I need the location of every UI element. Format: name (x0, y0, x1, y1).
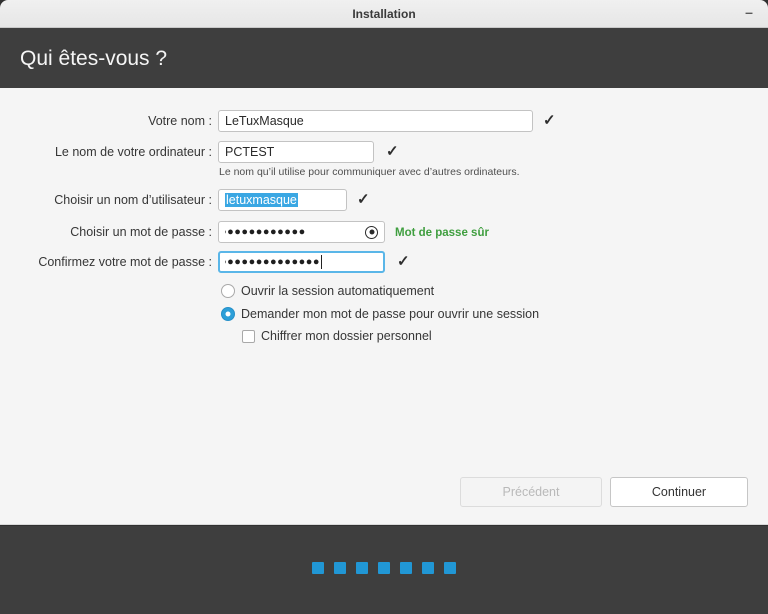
password-input[interactable]: ●●●●●●●●●●●● (218, 221, 385, 243)
progress-square (400, 562, 412, 574)
progress-square (444, 562, 456, 574)
show-password-eye-icon[interactable] (365, 225, 378, 239)
computer-label: Le nom de votre ordinateur : (54, 145, 212, 159)
radio-autologin[interactable]: Ouvrir la session automatiquement (221, 283, 434, 299)
continue-button[interactable]: Continuer (610, 477, 748, 507)
checkbox-encrypt-home[interactable]: Chiffrer mon dossier personnel (242, 328, 432, 344)
computer-input[interactable]: PCTEST (218, 141, 374, 163)
radio-checked-icon (221, 307, 235, 321)
name-value: LeTuxMasque (225, 114, 304, 128)
password-strength-text: Mot de passe sûr (395, 227, 489, 239)
form-area: Votre nom : LeTuxMasque ✓ Le nom de votr… (0, 88, 768, 525)
progress-square (422, 562, 434, 574)
footer (0, 526, 768, 614)
progress-squares (0, 562, 768, 574)
username-value-selected: letuxmasque (225, 193, 298, 207)
username-input[interactable]: letuxmasque (218, 189, 347, 211)
page-title: Qui êtes-vous ? (20, 47, 168, 70)
password-label: Choisir un mot de passe : (70, 225, 212, 239)
radio-require-password[interactable]: Demander mon mot de passe pour ouvrir un… (221, 306, 539, 322)
page-header: Qui êtes-vous ? (0, 28, 768, 88)
checkbox-unchecked-icon (242, 329, 255, 343)
radio-unchecked-icon (221, 284, 235, 298)
password-masked-value: ●●●●●●●●●●●● (225, 226, 306, 238)
progress-square (356, 562, 368, 574)
minimize-button[interactable]: – (740, 0, 758, 28)
back-button[interactable]: Précédent (460, 477, 602, 507)
progress-square (312, 562, 324, 574)
confirm-valid-check-icon: ✓ (397, 253, 410, 270)
checkbox-encrypt-home-label: Chiffrer mon dossier personnel (261, 329, 432, 343)
computer-value: PCTEST (225, 145, 275, 159)
computer-valid-check-icon: ✓ (386, 143, 399, 160)
username-valid-check-icon: ✓ (357, 191, 370, 208)
computer-help-text: Le nom qu’il utilise pour communiquer av… (219, 166, 520, 178)
radio-autologin-label: Ouvrir la session automatiquement (241, 284, 435, 298)
confirm-password-input[interactable]: ●●●●●●●●●●●●●● (218, 251, 385, 273)
name-label: Votre nom : (148, 114, 212, 128)
window-title: Installation (352, 7, 416, 21)
username-label: Choisir un nom d’utilisateur : (54, 193, 212, 207)
confirm-password-label: Confirmez votre mot de passe : (38, 255, 212, 269)
text-caret (321, 255, 323, 269)
progress-square (334, 562, 346, 574)
name-valid-check-icon: ✓ (543, 112, 556, 129)
radio-require-password-label: Demander mon mot de passe pour ouvrir un… (241, 307, 540, 321)
installer-window: Installation – Qui êtes-vous ? Votre nom… (0, 0, 768, 614)
confirm-password-masked-value: ●●●●●●●●●●●●●● (225, 256, 321, 268)
titlebar: Installation – (0, 0, 768, 28)
progress-square (378, 562, 390, 574)
name-input[interactable]: LeTuxMasque (218, 110, 533, 132)
